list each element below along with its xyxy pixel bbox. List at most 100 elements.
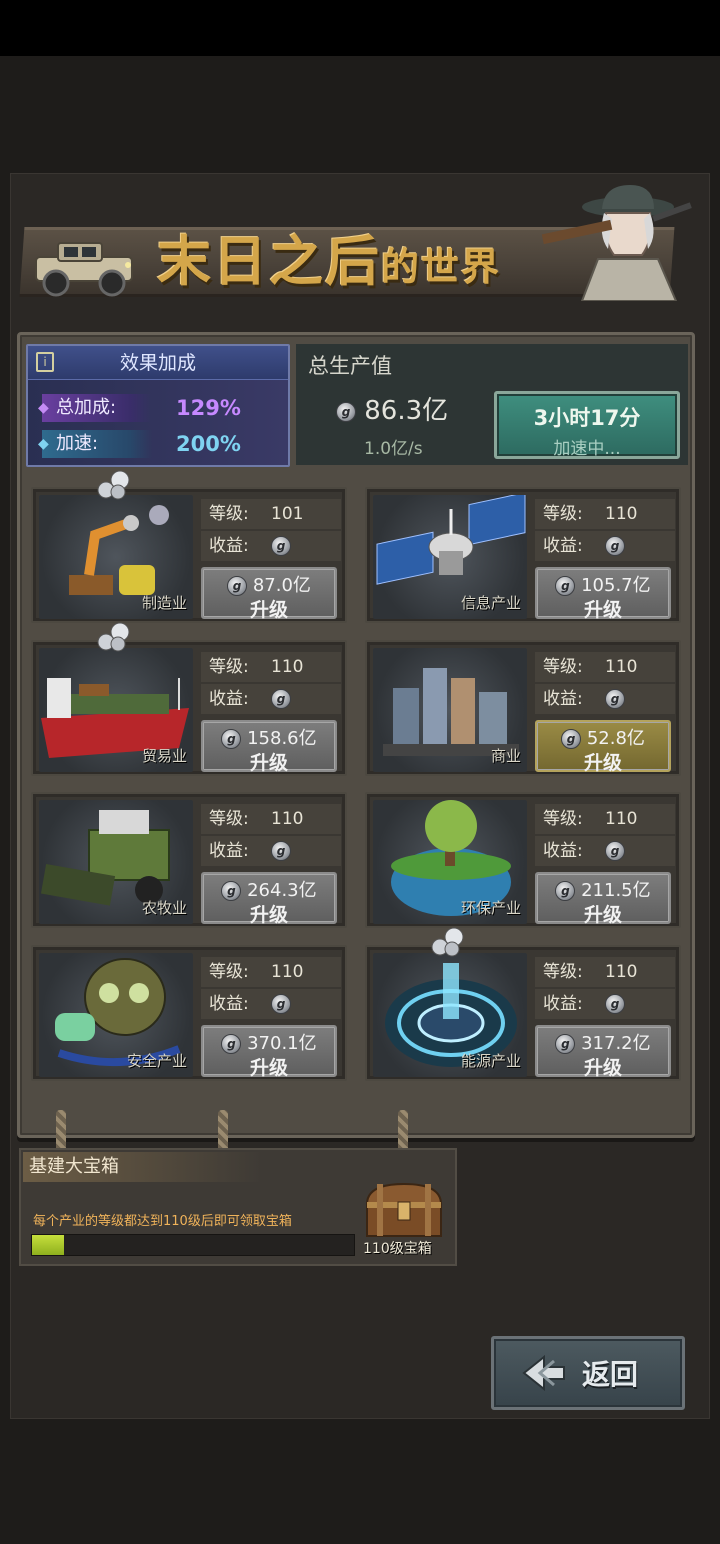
coin-icon: g bbox=[221, 729, 242, 749]
title-main: 末日之后 bbox=[157, 229, 381, 293]
info-icon[interactable]: i bbox=[36, 352, 54, 372]
coin-icon: g bbox=[605, 689, 625, 709]
level-row: 等级: 110 bbox=[535, 652, 675, 682]
level-label: 等级: bbox=[543, 504, 583, 524]
industry-illustration[interactable]: 环保产业 bbox=[373, 800, 527, 924]
industry-name: 农牧业 bbox=[141, 899, 187, 917]
speedup-button[interactable]: 3小时17分 加速中... bbox=[494, 391, 680, 459]
level-value: 110 bbox=[605, 809, 638, 829]
income-row: 收益:g1138万/s bbox=[201, 684, 341, 737]
upgrade-button[interactable]: g 317.2亿 升级 bbox=[535, 1025, 671, 1079]
coin-icon: g bbox=[605, 536, 625, 556]
level-row: 等级: 110 bbox=[201, 652, 341, 682]
chest-board-title: 基建大宝箱 bbox=[23, 1152, 263, 1182]
level-label: 等级: bbox=[543, 809, 583, 829]
infrastructure-chest-board: 基建大宝箱 每个产业的等级都达到110级后即可领取宝箱 110级宝箱 bbox=[19, 1148, 457, 1266]
income-row: 收益:g1459万/s bbox=[535, 836, 675, 889]
level-value: 110 bbox=[605, 504, 638, 524]
speed-bonus-value: 200% bbox=[176, 432, 241, 456]
chest-label: 110级宝箱 bbox=[363, 1241, 432, 1257]
industry-card: 商业等级:110收益:g379.5万/sg 52.8亿升级 bbox=[365, 640, 681, 776]
coin-icon: g bbox=[605, 994, 625, 1014]
coin-stack-icon bbox=[431, 927, 464, 957]
level-value: 101 bbox=[271, 504, 304, 524]
income-row: 收益:g729.8万/s bbox=[535, 531, 675, 584]
level-label: 等级: bbox=[209, 657, 249, 677]
industry-illustration[interactable]: 贸易业 bbox=[39, 648, 193, 772]
coin-icon: g bbox=[271, 689, 291, 709]
total-bonus-label: 总加成: bbox=[38, 394, 152, 422]
upgrade-label: 升级 bbox=[583, 752, 622, 774]
coin-stack-icon bbox=[97, 470, 130, 500]
upgrade-cost: g 52.8亿 bbox=[537, 724, 669, 750]
upgrade-button[interactable]: g 105.7亿 升级 bbox=[535, 567, 671, 621]
industry-illustration[interactable]: 商业 bbox=[373, 648, 527, 772]
back-button[interactable]: 返回 bbox=[491, 1336, 685, 1410]
level-row: 等级: 110 bbox=[535, 804, 675, 834]
industry-illustration[interactable]: 制造业 bbox=[39, 495, 193, 619]
speedup-time: 3小时17分 bbox=[533, 406, 641, 430]
level-label: 等级: bbox=[209, 809, 249, 829]
upgrade-label: 升级 bbox=[583, 904, 622, 926]
industry-card: 能源产业等级:110收益:g2014万/sg 317.2亿升级 bbox=[365, 945, 681, 1081]
upgrade-label: 升级 bbox=[583, 599, 622, 621]
level-label: 等级: bbox=[543, 962, 583, 982]
coin-icon: g bbox=[555, 881, 576, 901]
double-arrow-left-icon bbox=[522, 1354, 565, 1392]
status-bar bbox=[0, 0, 720, 56]
upgrade-cost: g 87.0亿 bbox=[203, 571, 335, 597]
upgrade-label: 升级 bbox=[249, 1057, 288, 1079]
upgrade-button[interactable]: g 158.6亿 升级 bbox=[201, 720, 337, 774]
upgrade-cost-value: 52.8亿 bbox=[586, 728, 645, 749]
income-label: 收益: bbox=[209, 994, 249, 1014]
coin-icon: g bbox=[271, 994, 291, 1014]
industry-illustration[interactable]: 能源产业 bbox=[373, 953, 527, 1077]
industry-card: 安全产业等级:110收益:g2349万/sg 370.1亿升级 bbox=[31, 945, 347, 1081]
level-row: 等级: 110 bbox=[535, 957, 675, 987]
upgrade-cost-value: 211.5亿 bbox=[581, 880, 651, 901]
bonus-header-label: 效果加成 bbox=[119, 352, 196, 374]
upgrade-button[interactable]: g 211.5亿 升级 bbox=[535, 872, 671, 926]
income-label: 收益: bbox=[209, 841, 249, 861]
upgrade-cost: g 317.2亿 bbox=[537, 1029, 669, 1055]
level-value: 110 bbox=[271, 657, 304, 677]
upgrade-cost: g 105.7亿 bbox=[537, 571, 669, 597]
income-label: 收益: bbox=[209, 536, 249, 556]
level-label: 等级: bbox=[543, 657, 583, 677]
industry-name: 制造业 bbox=[141, 594, 187, 612]
chest-progress-bar bbox=[31, 1234, 355, 1256]
coin-icon: g bbox=[605, 841, 625, 861]
industry-illustration[interactable]: 安全产业 bbox=[39, 953, 193, 1077]
speedup-state: 加速中... bbox=[553, 439, 621, 459]
industry-illustration[interactable]: 农牧业 bbox=[39, 800, 193, 924]
level-row: 等级: 110 bbox=[201, 957, 341, 987]
income-row: 收益:g2349万/s bbox=[201, 989, 341, 1042]
level-label: 等级: bbox=[209, 962, 249, 982]
industry-name: 环保产业 bbox=[460, 899, 521, 917]
upgrade-button[interactable]: g 370.1亿 升级 bbox=[201, 1025, 337, 1079]
income-label: 收益: bbox=[543, 689, 583, 709]
level-value: 110 bbox=[605, 962, 638, 982]
industry-card: 环保产业 等级: 110 收益:g1459万/sg 211.5亿升级 bbox=[365, 792, 681, 928]
total-production-title: 总生产值 bbox=[308, 354, 392, 378]
industry-card: 信息产业等级:110收益:g729.8万/sg 105.7亿升级 bbox=[365, 487, 681, 623]
upgrade-button[interactable]: g 87.0亿 升级 bbox=[201, 567, 337, 621]
level-value: 110 bbox=[605, 657, 638, 677]
upgrade-cost: g 370.1亿 bbox=[203, 1029, 335, 1055]
chest-description: 每个产业的等级都达到110级后即可领取宝箱 bbox=[33, 1214, 292, 1229]
industry-name: 安全产业 bbox=[126, 1052, 187, 1070]
coin-icon: g bbox=[221, 881, 242, 901]
upgrade-cost: g 264.3亿 bbox=[203, 876, 335, 902]
upgrade-button[interactable]: g 264.3亿 升级 bbox=[201, 872, 337, 926]
industry-illustration[interactable]: 信息产业 bbox=[373, 495, 527, 619]
coin-icon: g bbox=[227, 576, 248, 596]
production-rate: 1.0亿/s bbox=[364, 439, 423, 459]
upgrade-cost: g 158.6亿 bbox=[203, 724, 335, 750]
speed-bonus-row: 加速: 200% bbox=[36, 430, 286, 460]
income-label: 收益: bbox=[543, 536, 583, 556]
total-bonus-value: 129% bbox=[176, 396, 241, 420]
upgrade-button[interactable]: g 52.8亿 升级 bbox=[535, 720, 671, 774]
pickup-truck-icon bbox=[35, 242, 133, 297]
title-banner: 末日之后的世界 bbox=[19, 185, 692, 301]
treasure-chest-icon[interactable] bbox=[359, 1180, 449, 1240]
